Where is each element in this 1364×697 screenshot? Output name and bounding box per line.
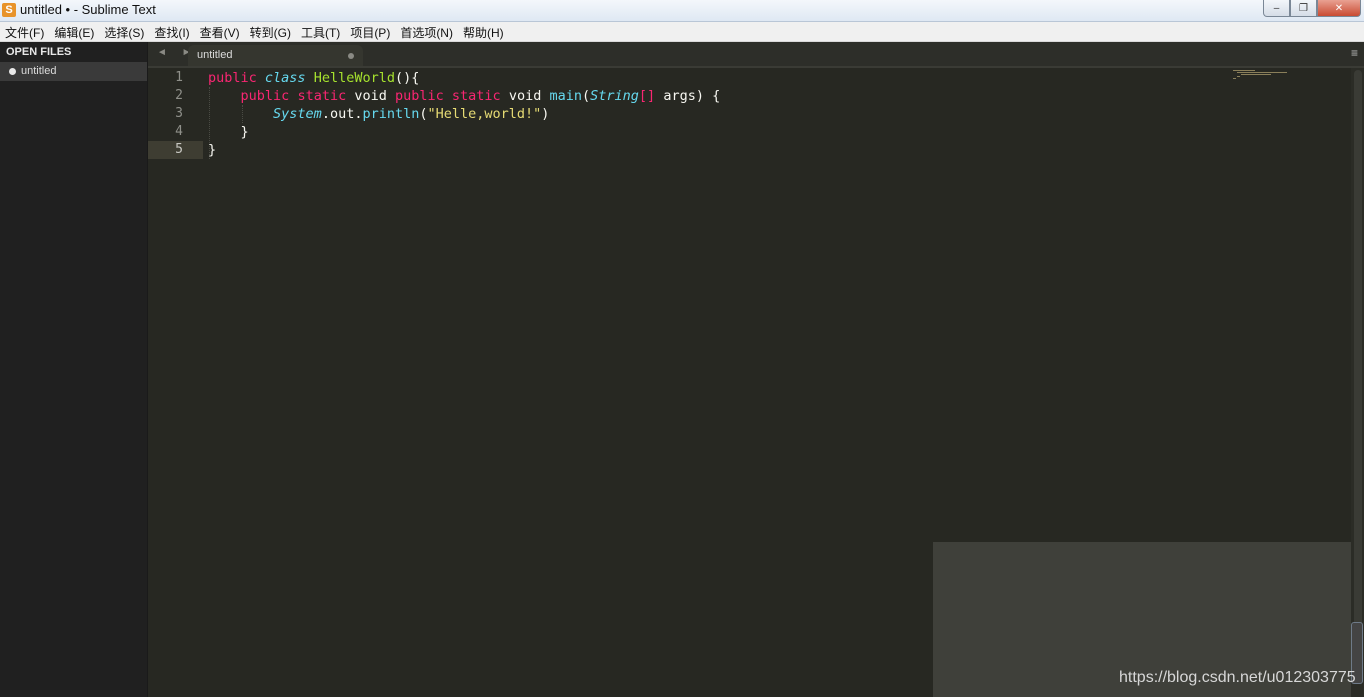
sidebar-file-label: untitled [21,65,57,77]
code-token: main [549,88,582,104]
tab-menu-icon[interactable]: ≡ [1351,46,1358,60]
title-bar: S untitled • - Sublime Text – ❐ ✕ [0,0,1364,22]
code-line[interactable]: public class HelleWorld(){ [208,69,419,87]
scrollbar-thumb[interactable] [1354,70,1362,662]
code-token: System [273,106,322,122]
code-token: ( [582,88,591,104]
code-token: "Helle,world!" [427,106,542,122]
code-token: static [297,88,347,104]
menu-find[interactable]: 查找(I) [149,22,194,41]
tab-modified-dot-icon[interactable] [348,53,354,59]
menu-tools[interactable]: 工具(T) [296,22,345,41]
modified-dot-icon [9,68,16,75]
menu-preferences[interactable]: 首选项(N) [395,22,458,41]
code-token: } [208,142,217,158]
sidebar-file-untitled[interactable]: untitled [0,62,147,81]
menu-bar: 文件(F) 编辑(E) 选择(S) 查找(I) 查看(V) 转到(G) 工具(T… [0,22,1364,42]
minimize-button[interactable]: – [1263,0,1290,17]
sublime-text-icon: S [2,3,16,17]
line-number: 2 [175,88,183,103]
code-token: ) [541,106,550,122]
code-token: public [240,88,290,104]
line-number-active: 5 [175,142,183,157]
close-button[interactable]: ✕ [1317,0,1361,17]
tab-untitled[interactable]: untitled [188,45,363,66]
open-files-header: OPEN FILES [6,46,72,58]
code-token: public [395,88,444,104]
menu-goto[interactable]: 转到(G) [245,22,296,41]
code-line[interactable]: public static void public static void ma… [208,87,721,105]
line-number: 3 [175,106,183,121]
code-token: .out. [321,106,363,122]
code-line[interactable]: } [208,141,216,159]
code-token: (){ [394,70,420,86]
code-line[interactable]: } [208,123,249,141]
code-token: } [208,124,249,140]
code-token: println [362,106,420,122]
code-token: [] [638,88,656,104]
tab-bar: ◄ ► untitled ≡ [148,42,1364,68]
code-token: void [346,88,395,104]
menu-file[interactable]: 文件(F) [0,22,49,41]
code-line[interactable]: System.out.println("Helle,world!") [208,105,549,123]
line-number: 1 [175,70,183,85]
code-token: String [590,88,639,104]
menu-view[interactable]: 查看(V) [195,22,245,41]
minimap[interactable] [1233,70,1293,80]
code-token: HelleWorld [313,70,395,86]
sidebar: OPEN FILES untitled [0,42,148,697]
line-number-gutter: 1 2 3 4 5 [148,68,200,697]
menu-project[interactable]: 项目(P) [345,22,395,41]
code-token: args) { [655,88,721,104]
line-number: 4 [175,124,183,139]
menu-help[interactable]: 帮助(H) [458,22,509,41]
code-editor[interactable]: 1 2 3 4 5 public class HelleWorld(){ pub… [148,68,1364,697]
code-token: void [500,88,550,104]
vertical-scrollbar[interactable] [1351,68,1364,697]
code-token: static [451,88,501,104]
code-token: public [208,70,257,86]
code-token: ( [419,106,428,122]
menu-selection[interactable]: 选择(S) [99,22,149,41]
maximize-button[interactable]: ❐ [1290,0,1317,17]
window-title: untitled • - Sublime Text [20,2,156,17]
tab-label: untitled [197,49,233,61]
window-controls: – ❐ ✕ [1263,0,1361,18]
menu-edit[interactable]: 编辑(E) [49,22,99,41]
watermark-url: https://blog.csdn.net/u012303775 [1119,669,1356,686]
code-token: class [264,70,306,86]
